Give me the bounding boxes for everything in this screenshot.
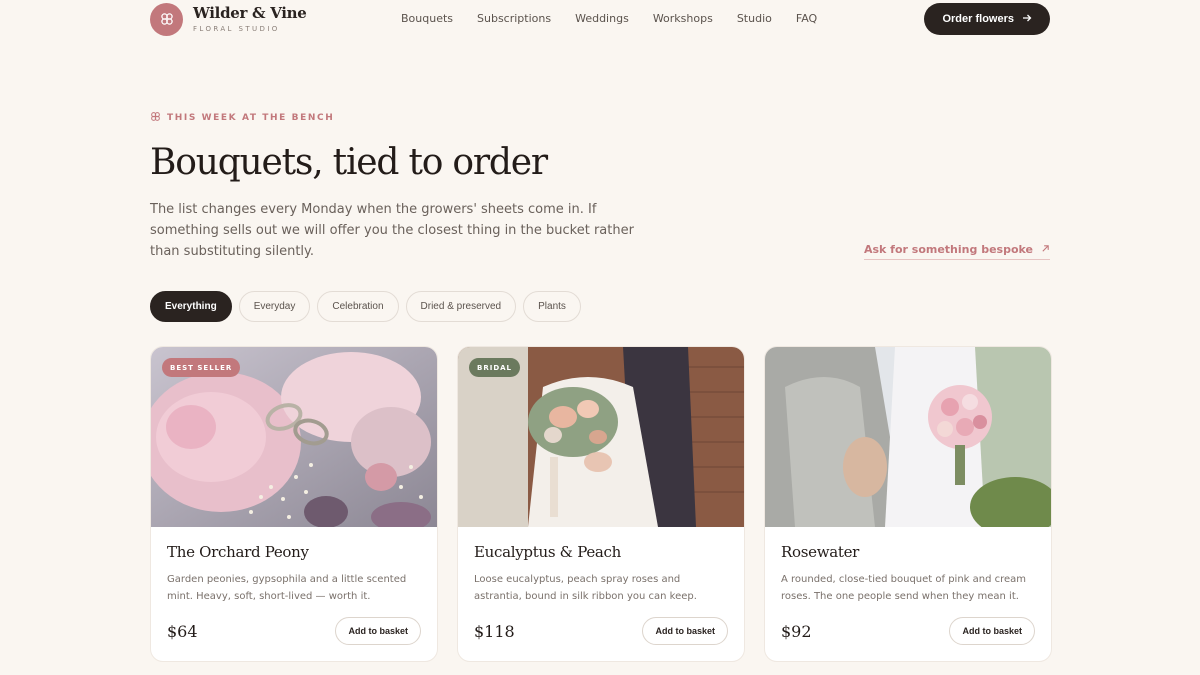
eyebrow-text: THIS WEEK AT THE BENCH: [167, 113, 335, 123]
filter-plants[interactable]: Plants: [523, 291, 581, 322]
bespoke-link-label: Ask for something bespoke: [863, 243, 1033, 256]
product-description: Garden peonies, gypsophila and a little …: [167, 574, 407, 602]
arrow-up-right-icon: [1041, 243, 1050, 256]
filter-everything[interactable]: Everything: [150, 291, 232, 322]
order-flowers-button[interactable]: Order flowers: [924, 3, 1050, 35]
brand-subtitle: FLORAL STUDIO: [193, 24, 280, 33]
nav-weddings[interactable]: Weddings: [575, 12, 629, 25]
product-title: The Orchard Peony: [167, 543, 309, 561]
product-price: $64: [167, 621, 198, 641]
brand[interactable]: Wilder & Vine FLORAL STUDIO: [150, 2, 307, 36]
product-price: $92: [781, 621, 812, 641]
nav-bouquets[interactable]: Bouquets: [401, 12, 453, 25]
category-filters: Everything Everyday Celebration Dried & …: [150, 291, 581, 322]
order-flowers-label: Order flowers: [942, 13, 1014, 25]
add-to-basket-button[interactable]: Add to basket: [335, 617, 421, 645]
site-header: Wilder & Vine FLORAL STUDIO Bouquets Sub…: [150, 0, 1050, 38]
nav-studio[interactable]: Studio: [737, 12, 772, 25]
flower-icon: [150, 111, 161, 125]
nav-workshops[interactable]: Workshops: [653, 12, 713, 25]
product-card[interactable]: BEST SELLER The Orchard Peony Garden peo…: [150, 346, 438, 662]
bridal-badge: BRIDAL: [469, 358, 521, 377]
nav-subscriptions[interactable]: Subscriptions: [477, 12, 551, 25]
flower-icon: [150, 2, 183, 36]
peony-rings-photo: BEST SELLER: [151, 347, 437, 527]
arrow-right-icon: [1022, 13, 1032, 26]
bride-bouquet-photo: BRIDAL: [458, 347, 744, 527]
bespoke-link[interactable]: Ask for something bespoke: [863, 243, 1050, 260]
filter-dried-preserved[interactable]: Dried & preserved: [405, 291, 517, 322]
product-card[interactable]: BRIDAL Eucalyptus & Peach Loose eucalypt…: [457, 346, 745, 662]
product-description: Loose eucalyptus, peach spray roses and …: [474, 574, 697, 602]
product-title: Rosewater: [781, 543, 860, 561]
product-title: Eucalyptus & Peach: [474, 543, 622, 561]
filter-celebration[interactable]: Celebration: [317, 291, 399, 322]
nav-faq[interactable]: FAQ: [796, 12, 817, 25]
main-nav: Bouquets Subscriptions Weddings Workshop…: [401, 12, 817, 25]
product-card[interactable]: Rosewater A rounded, close-tied bouquet …: [764, 346, 1052, 662]
product-description: A rounded, close-tied bouquet of pink an…: [781, 574, 1027, 602]
page-title: Bouquets, tied to order: [150, 142, 548, 183]
page-intro: The list changes every Monday when the g…: [150, 202, 634, 259]
add-to-basket-button[interactable]: Add to basket: [949, 617, 1035, 645]
brand-name: Wilder & Vine: [193, 3, 307, 22]
product-grid: BEST SELLER The Orchard Peony Garden peo…: [150, 346, 1052, 662]
filter-everyday[interactable]: Everyday: [238, 291, 311, 322]
eyebrow: THIS WEEK AT THE BENCH: [150, 111, 334, 125]
best-seller-badge: BEST SELLER: [162, 358, 241, 377]
add-to-basket-button[interactable]: Add to basket: [642, 617, 728, 645]
product-price: $118: [474, 621, 515, 641]
couple-rose-bouquet-photo: [765, 347, 1051, 527]
